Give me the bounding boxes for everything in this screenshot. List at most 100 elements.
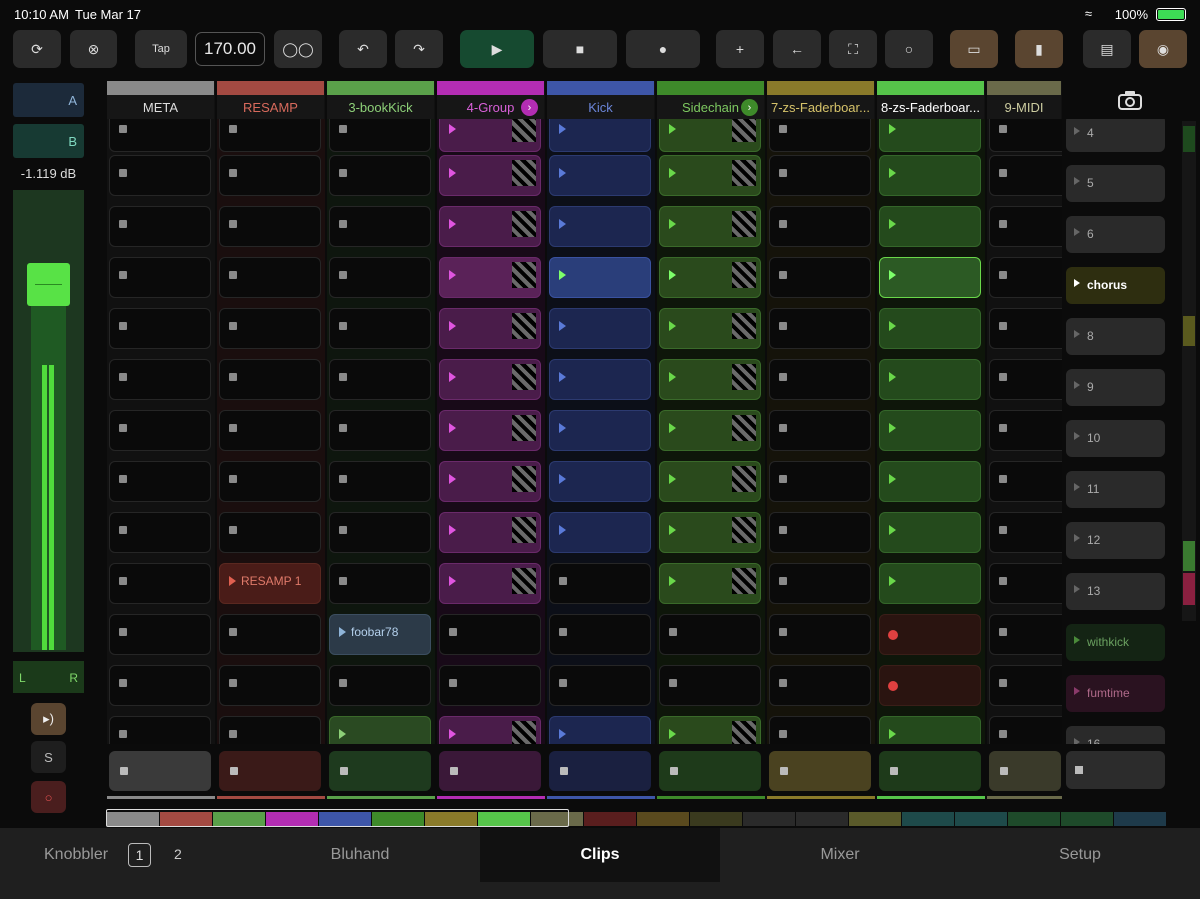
eye-button[interactable]: ◉: [1139, 30, 1187, 68]
clip-slot[interactable]: [549, 119, 651, 152]
clip-slot[interactable]: [769, 257, 871, 298]
tab-mixer[interactable]: Mixer: [720, 828, 960, 882]
clip-slot[interactable]: [329, 461, 431, 502]
clip-slot[interactable]: [549, 410, 651, 451]
track-stop-button[interactable]: [769, 751, 871, 791]
track-stop-button[interactable]: [109, 751, 211, 791]
clip-slot[interactable]: [549, 359, 651, 400]
scene-button[interactable]: chorus: [1066, 267, 1165, 304]
clip-slot[interactable]: [769, 359, 871, 400]
clip-slot[interactable]: [989, 257, 1062, 298]
fader-knob[interactable]: [27, 263, 70, 306]
clip-slot[interactable]: [879, 155, 981, 196]
clip-slot[interactable]: [219, 512, 321, 553]
scene-button[interactable]: 9: [1066, 369, 1165, 406]
clip-slot[interactable]: [659, 359, 761, 400]
clip-slot[interactable]: [109, 257, 211, 298]
clip-slot[interactable]: [659, 155, 761, 196]
clip-slot[interactable]: [109, 410, 211, 451]
clip-slot[interactable]: [659, 716, 761, 744]
clip-slot[interactable]: [219, 716, 321, 744]
clip-slot[interactable]: [109, 308, 211, 349]
clip-slot[interactable]: [769, 512, 871, 553]
clip-slot[interactable]: [439, 155, 541, 196]
track-stop-button[interactable]: [879, 751, 981, 791]
clip-slot[interactable]: [439, 119, 541, 152]
clip-slot[interactable]: [439, 359, 541, 400]
track-header-1[interactable]: META: [107, 81, 215, 119]
scene-button[interactable]: 6: [1066, 216, 1165, 253]
knobbler-page-1[interactable]: 1: [128, 843, 151, 867]
clip-slot[interactable]: [989, 359, 1062, 400]
clip-slot[interactable]: [549, 308, 651, 349]
track-stop-button[interactable]: [329, 751, 431, 791]
tab-clips[interactable]: Clips: [480, 828, 720, 882]
clip-slot[interactable]: [769, 410, 871, 451]
redo-button[interactable]: ↷: [395, 30, 443, 68]
tab-bluhand[interactable]: Bluhand: [240, 828, 480, 882]
clip-slot[interactable]: [549, 155, 651, 196]
clip-slot[interactable]: [879, 410, 981, 451]
scene-button[interactable]: 10: [1066, 420, 1165, 457]
tape-button[interactable]: ◯◯: [274, 30, 322, 68]
clip-slot[interactable]: [109, 461, 211, 502]
clip-slot[interactable]: [549, 206, 651, 247]
clip-slot[interactable]: [989, 461, 1062, 502]
clip-slot[interactable]: [769, 206, 871, 247]
clip-slot[interactable]: [769, 614, 871, 655]
clip-slot[interactable]: [439, 461, 541, 502]
tempo-display[interactable]: 170.00: [195, 32, 265, 66]
clip-slot[interactable]: [219, 614, 321, 655]
group-expand-icon[interactable]: ›: [521, 99, 538, 116]
clip-slot[interactable]: [329, 716, 431, 744]
track-stop-button[interactable]: [219, 751, 321, 791]
group-expand-icon[interactable]: ›: [741, 99, 758, 116]
clip-slot[interactable]: [769, 716, 871, 744]
clip-slot[interactable]: [879, 716, 981, 744]
scene-button[interactable]: 8: [1066, 318, 1165, 355]
clip-slot[interactable]: [879, 119, 981, 152]
volume-fader[interactable]: [13, 190, 84, 652]
clip-slot[interactable]: [769, 155, 871, 196]
clip-slot[interactable]: [109, 563, 211, 604]
clip-slot[interactable]: [549, 257, 651, 298]
clip-slot[interactable]: [329, 206, 431, 247]
screen-button[interactable]: ▭: [950, 30, 998, 68]
pan-control[interactable]: L R: [13, 661, 84, 693]
clip-slot[interactable]: [329, 512, 431, 553]
meter-button[interactable]: ▮: [1015, 30, 1063, 68]
track-header-8[interactable]: 8-zs-Faderboar...: [877, 81, 985, 119]
clip-slot[interactable]: [329, 359, 431, 400]
stop-button[interactable]: ■: [543, 30, 617, 68]
clip-slot[interactable]: [879, 359, 981, 400]
circle-button[interactable]: ○: [885, 30, 933, 68]
clip-slot[interactable]: [439, 257, 541, 298]
undo-button[interactable]: ↶: [339, 30, 387, 68]
clip-slot[interactable]: [109, 119, 211, 152]
add-button[interactable]: +: [716, 30, 764, 68]
play-button[interactable]: ▶: [460, 30, 534, 68]
clip-slot[interactable]: [109, 512, 211, 553]
clip-slot[interactable]: [439, 512, 541, 553]
record-button[interactable]: ●: [626, 30, 700, 68]
track-header-5[interactable]: Kick: [547, 81, 655, 119]
clip-slot[interactable]: [439, 410, 541, 451]
clip-slot[interactable]: [109, 665, 211, 706]
clip-slot[interactable]: [109, 206, 211, 247]
clip-slot[interactable]: [549, 614, 651, 655]
track-stop-button[interactable]: [549, 751, 651, 791]
clip-slot[interactable]: [879, 308, 981, 349]
track-header-3[interactable]: 3-bookKick: [327, 81, 435, 119]
clip-slot[interactable]: [549, 665, 651, 706]
crossfade-a-button[interactable]: A: [13, 83, 84, 117]
clip-slot[interactable]: [439, 563, 541, 604]
clip-slot[interactable]: [549, 716, 651, 744]
clip-slot[interactable]: [769, 119, 871, 152]
clip-slot[interactable]: [109, 155, 211, 196]
clip-slot[interactable]: [659, 410, 761, 451]
fullscreen-button[interactable]: ⛶: [829, 30, 877, 68]
track-header-6[interactable]: Sidechain ›: [657, 81, 765, 119]
clip-slot[interactable]: [769, 461, 871, 502]
clip-slot[interactable]: [879, 206, 981, 247]
clip-slot[interactable]: [549, 563, 651, 604]
